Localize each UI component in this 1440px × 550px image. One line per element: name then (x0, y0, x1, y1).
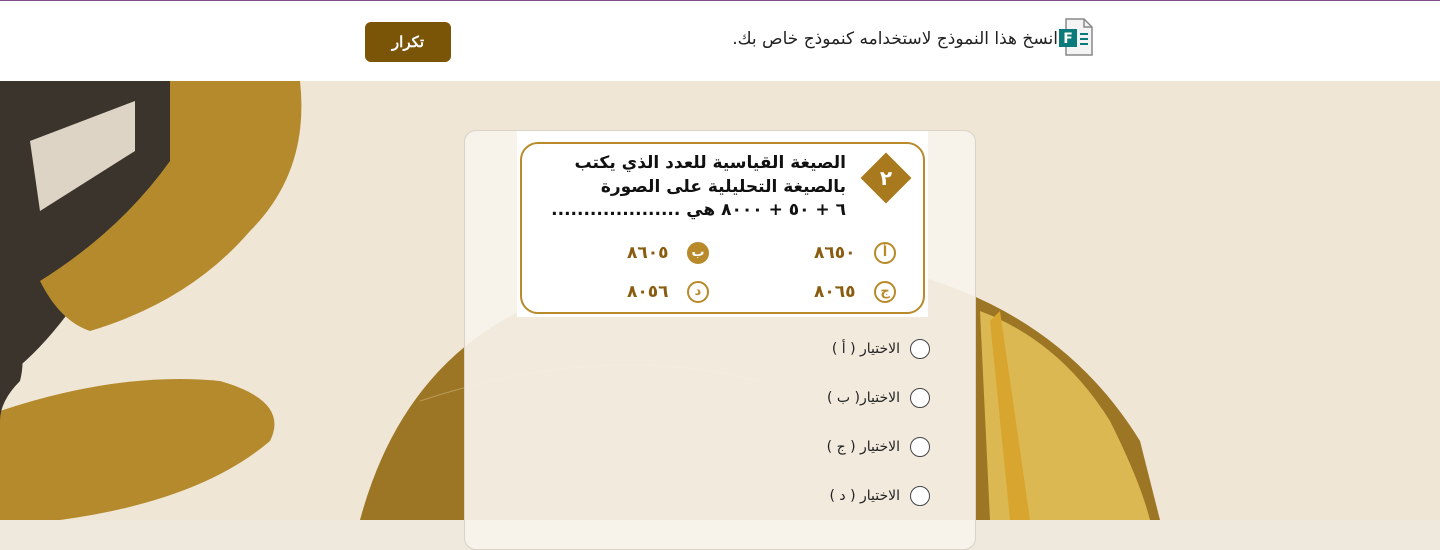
radio-button[interactable] (910, 486, 930, 506)
question-number: ٢ (879, 166, 893, 190)
question-line-1: الصيغة القياسية للعدد الذي يكتب (574, 153, 847, 173)
banner-text: انسخ هذا النموذج لاستخدامه كنموذج خاص بك… (732, 29, 1058, 49)
question-image: ٢ الصيغة القياسية للعدد الذي يكتب بالصيغ… (517, 131, 928, 317)
choice-c[interactable]: الاختيار ( ج ) (800, 435, 930, 459)
choice-label: الاختيار( ب ) (826, 390, 900, 406)
repeat-button[interactable]: تكرار (365, 22, 451, 62)
option-letter-b: ب (687, 242, 709, 264)
choice-b[interactable]: الاختيار( ب ) (800, 386, 930, 410)
radio-button[interactable] (910, 339, 930, 359)
choice-d[interactable]: الاختيار ( د ) (800, 484, 930, 508)
question-line-3: ٦ + ٥٠ + ٨٠٠٠ هي .................... (551, 200, 846, 220)
copy-template-banner: F انسخ هذا النموذج لاستخدامه كنموذج خاص … (0, 1, 1440, 81)
choice-label: الاختيار ( ج ) (826, 439, 900, 455)
choice-a[interactable]: الاختيار ( أ ) (800, 337, 930, 361)
svg-text:F: F (1063, 31, 1073, 47)
option-letter-d: د (687, 281, 709, 303)
choice-label: الاختيار ( د ) (829, 488, 900, 504)
option-value-d: ٨٠٥٦ (627, 282, 669, 302)
option-letter-c: ج (874, 281, 896, 303)
choice-label: الاختيار ( أ ) (831, 341, 900, 357)
radio-button[interactable] (910, 388, 930, 408)
option-letter-a: أ (874, 242, 896, 264)
option-value-a: ٨٦٥٠ (814, 243, 856, 263)
option-value-b: ٨٦٠٥ (627, 243, 669, 263)
forms-file-icon: F (1058, 17, 1094, 57)
question-line-2: بالصيغة التحليلية على الصورة (600, 177, 846, 197)
radio-button[interactable] (910, 437, 930, 457)
option-value-c: ٨٠٦٥ (814, 282, 856, 302)
